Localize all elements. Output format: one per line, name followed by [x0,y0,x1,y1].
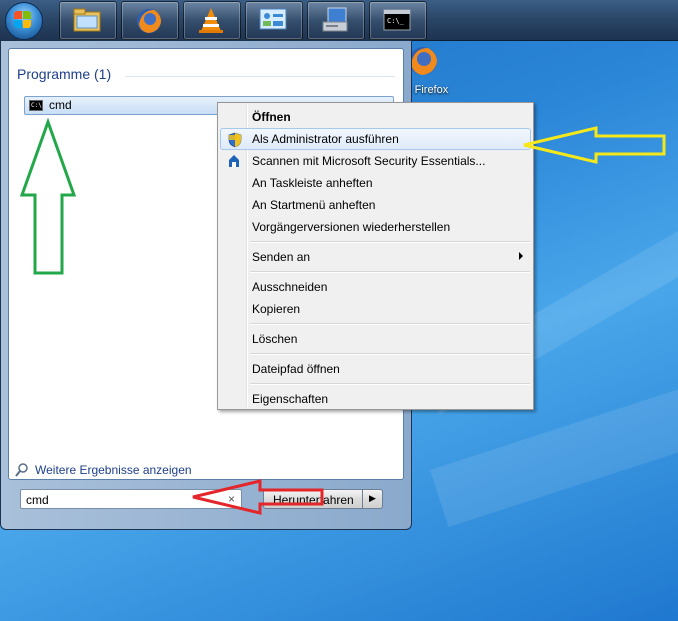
annotation-overlay [19,117,666,515]
green-up-arrow [19,117,77,275]
red-left-arrow [192,479,324,515]
yellow-left-arrow [523,126,666,164]
